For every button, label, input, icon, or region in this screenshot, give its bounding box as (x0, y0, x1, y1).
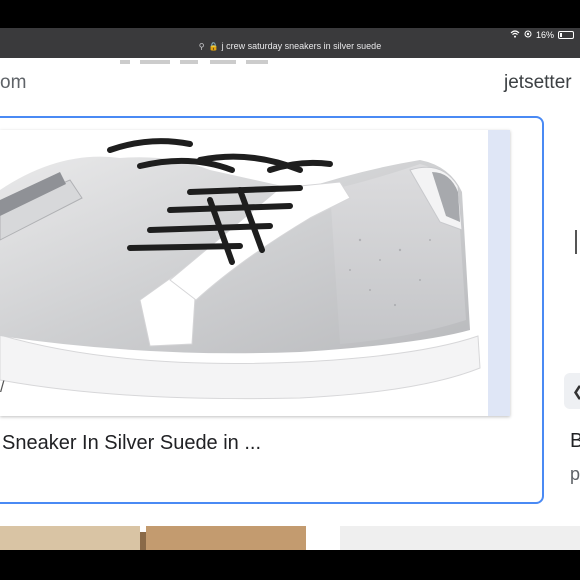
next-row-thumbnails[interactable] (0, 526, 580, 550)
svg-text:/: / (0, 379, 5, 396)
search-results-page: om jetsetter / Sneaker In Silver Suede i… (0, 58, 580, 550)
result-caption[interactable]: Sneaker In Silver Suede in ... (2, 432, 261, 455)
right-result-subtext: p (570, 464, 580, 484)
location-icon (524, 30, 532, 40)
lock-icon: 🔒 (208, 42, 219, 51)
result-source-right[interactable]: jetsetter (504, 72, 572, 94)
thumbnail-image[interactable] (146, 526, 306, 550)
device-frame: 16% ⚲ 🔒 j crew saturday sneakers in silver… (0, 0, 580, 580)
sneaker-illustration: / (0, 130, 488, 416)
image-result-card-selected[interactable]: / Sneaker In Silver Suede in ... (0, 116, 544, 504)
result-image-frame[interactable]: / (0, 130, 510, 416)
url-display[interactable]: ⚲ 🔒 j crew saturday sneakers in silver sue… (0, 41, 580, 51)
clipped-text-fragment (120, 58, 280, 71)
right-result-caption[interactable]: B (570, 430, 580, 453)
clipped-divider (575, 230, 577, 254)
thumbnail-image[interactable] (0, 526, 140, 550)
sneaker-image[interactable]: / (0, 130, 488, 416)
url-text: j crew saturday sneakers in silver suede (221, 41, 382, 51)
wifi-icon (510, 30, 520, 40)
battery-icon (558, 31, 574, 39)
thumbnail-image[interactable] (340, 526, 580, 550)
battery-percent: 16% (535, 30, 554, 40)
result-source-left[interactable]: om (0, 72, 26, 94)
system-status-icons: 16% (510, 30, 574, 40)
search-icon: ⚲ (198, 42, 205, 51)
browser-address-bar[interactable]: 16% ⚲ 🔒 j crew saturday sneakers in silver… (0, 28, 580, 58)
chevron-left-icon[interactable]: ❮ (564, 373, 580, 409)
